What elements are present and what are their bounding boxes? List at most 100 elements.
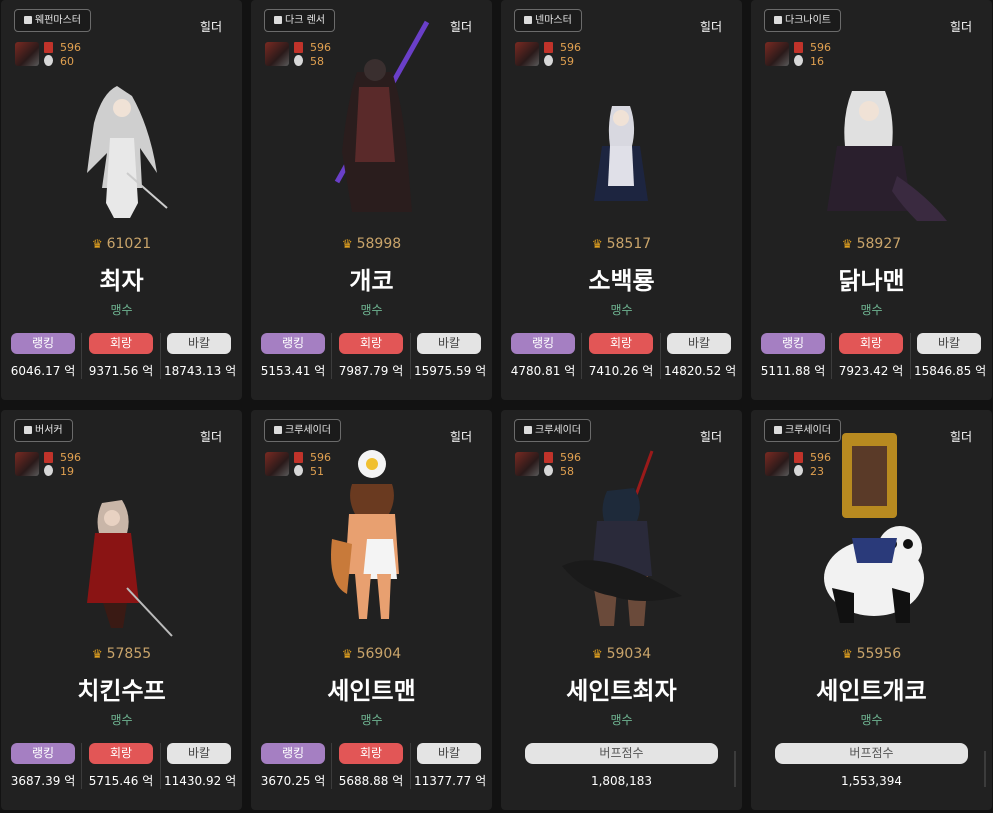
rank-value: 3687.39 억: [10, 774, 76, 788]
red-banner-icon: [544, 42, 553, 53]
fame-crown-icon: ♛: [91, 237, 103, 251]
divider: [660, 333, 661, 379]
rank-value: 6046.17 억: [10, 364, 76, 378]
server-label: 힐더: [449, 430, 472, 444]
divider: [331, 333, 332, 379]
server-label: 힐더: [449, 20, 472, 34]
character-card[interactable]: 크루세이더 힐더 596 23 ♛ 55956 세인트개코 맹수 버프점수 1,5…: [751, 410, 992, 810]
character-card[interactable]: 크루세이더 힐더 596 58 ♛ 59034 세인트최자 맹수 버프점수 1,8…: [501, 410, 742, 810]
job-label: 크루세이더: [535, 425, 581, 436]
character-illustration: [823, 433, 924, 623]
fame-crown-icon: ♛: [591, 647, 603, 661]
rank-pill[interactable]: 랭킹: [261, 333, 325, 354]
hoe-pill[interactable]: 회랑: [89, 743, 153, 764]
fame-row: ♛ 61021: [1, 236, 242, 252]
character-name[interactable]: 세인트최자: [501, 671, 742, 706]
level-secondary-value: 59: [560, 55, 574, 68]
divider: [81, 743, 82, 789]
bakal-pill[interactable]: 바칼: [167, 333, 231, 354]
damage-stats: 랭킹 3670.25 억 회랑 5688.88 억 바칼 11377.77 억: [251, 743, 492, 789]
level-secondary-value: 51: [310, 465, 324, 478]
character-card[interactable]: 웨펀마스터 힐더 596 60 ♛ 61021 최자 맹수 랭킹 6046.17 …: [1, 0, 242, 400]
rank-pill[interactable]: 랭킹: [11, 743, 75, 764]
fame-value: 58517: [606, 236, 652, 252]
red-banner-icon: [44, 42, 53, 53]
character-icon: [524, 426, 532, 434]
guild-name: 맹수: [360, 713, 383, 727]
character-icon: [24, 16, 32, 24]
server-label: 힐더: [699, 20, 722, 34]
character-illustration: [330, 450, 399, 619]
hoe-pill[interactable]: 회랑: [839, 333, 903, 354]
hoe-pill[interactable]: 회랑: [89, 333, 153, 354]
fame-crown-icon: ♛: [841, 647, 853, 661]
server-label: 힐더: [949, 430, 972, 444]
bakal-stat: 바칼 11430.92 억: [164, 743, 236, 789]
fame-value: 58998: [356, 236, 402, 252]
guild-name: 맹수: [610, 713, 633, 727]
mini-avatar-icon: [44, 465, 53, 476]
hoe-pill[interactable]: 회랑: [339, 333, 403, 354]
character-card[interactable]: 다크나이트 힐더 596 16 ♛ 58927 닭나맨 맹수 랭킹 5111.88…: [751, 0, 992, 400]
character-illustration: [86, 86, 168, 218]
bakal-pill[interactable]: 바칼: [917, 333, 981, 354]
guild-name: 맹수: [860, 713, 883, 727]
character-icon: [774, 16, 782, 24]
rank-value: 5153.41 억: [260, 364, 326, 378]
avatar: [15, 42, 39, 66]
character-illustration: [593, 106, 648, 201]
hoe-stat: 회랑 5688.88 억: [336, 743, 406, 789]
fame-value: 57855: [106, 646, 152, 662]
bakal-pill[interactable]: 바칼: [667, 333, 731, 354]
character-name[interactable]: 닭나맨: [751, 261, 992, 296]
rank-pill[interactable]: 랭킹: [511, 333, 575, 354]
hoe-value: 7923.42 억: [838, 364, 904, 378]
character-icon: [774, 426, 782, 434]
rank-value: 4780.81 억: [510, 364, 576, 378]
hoe-pill[interactable]: 회랑: [589, 333, 653, 354]
mini-avatar-icon: [544, 55, 553, 66]
character-illustration: [86, 500, 173, 637]
avatar: [765, 42, 789, 66]
character-name[interactable]: 최자: [1, 261, 242, 296]
divider: [410, 333, 411, 379]
divider: [984, 751, 986, 787]
rank-stat: 랭킹 3687.39 억: [8, 743, 78, 789]
red-banner-icon: [794, 452, 803, 463]
server-label: 힐더: [949, 20, 972, 34]
bakal-pill[interactable]: 바칼: [167, 743, 231, 764]
guild-name: 맹수: [110, 713, 133, 727]
bakal-pill[interactable]: 바칼: [417, 743, 481, 764]
character-card[interactable]: 버서커 힐더 596 19 ♛ 57855 치킨수프 맹수 랭킹 3687.39 …: [1, 410, 242, 810]
hoe-stat: 회랑 7987.79 억: [336, 333, 406, 379]
job-badge: 넨마스터: [514, 9, 582, 32]
damage-stats: 랭킹 5153.41 억 회랑 7987.79 억 바칼 15975.59 억: [251, 333, 492, 379]
buff-score-pill[interactable]: 버프점수: [525, 743, 718, 764]
hoe-pill[interactable]: 회랑: [339, 743, 403, 764]
bakal-stat: 바칼 15975.59 억: [414, 333, 486, 379]
bakal-value: 15846.85 억: [914, 364, 987, 378]
character-card[interactable]: 다크 렌서 힐더 596 58 ♛ 58998 개코 맹수 랭킹 5153.41 …: [251, 0, 492, 400]
rank-pill[interactable]: 랭킹: [261, 743, 325, 764]
fame-crown-icon: ♛: [341, 237, 353, 251]
bakal-pill[interactable]: 바칼: [417, 333, 481, 354]
rank-pill[interactable]: 랭킹: [761, 333, 825, 354]
buff-score-pill[interactable]: 버프점수: [775, 743, 968, 764]
character-name[interactable]: 소백룡: [501, 261, 742, 296]
character-name[interactable]: 치킨수프: [1, 671, 242, 706]
rank-pill[interactable]: 랭킹: [11, 333, 75, 354]
fame-value: 58927: [856, 236, 902, 252]
damage-stats: 랭킹 4780.81 억 회랑 7410.26 억 바칼 14820.52 억: [501, 333, 742, 379]
fame-row: ♛ 58927: [751, 236, 992, 252]
job-badge: 다크나이트: [764, 9, 841, 32]
avatar: [515, 42, 539, 66]
buff-score-value: 1,553,394: [840, 774, 903, 788]
character-name[interactable]: 세인트개코: [751, 671, 992, 706]
hoe-stat: 회랑 7923.42 억: [836, 333, 906, 379]
character-name[interactable]: 개코: [251, 261, 492, 296]
bakal-stat: 바칼 18743.13 억: [164, 333, 236, 379]
character-card[interactable]: 크루세이더 힐더 596 51 ♛ 56904 세인트맨 맹수 랭킹 3670.2…: [251, 410, 492, 810]
character-name[interactable]: 세인트맨: [251, 671, 492, 706]
mini-avatar-icon: [44, 55, 53, 66]
character-card[interactable]: 넨마스터 힐더 596 59 ♛ 58517 소백룡 맹수 랭킹 4780.81 …: [501, 0, 742, 400]
